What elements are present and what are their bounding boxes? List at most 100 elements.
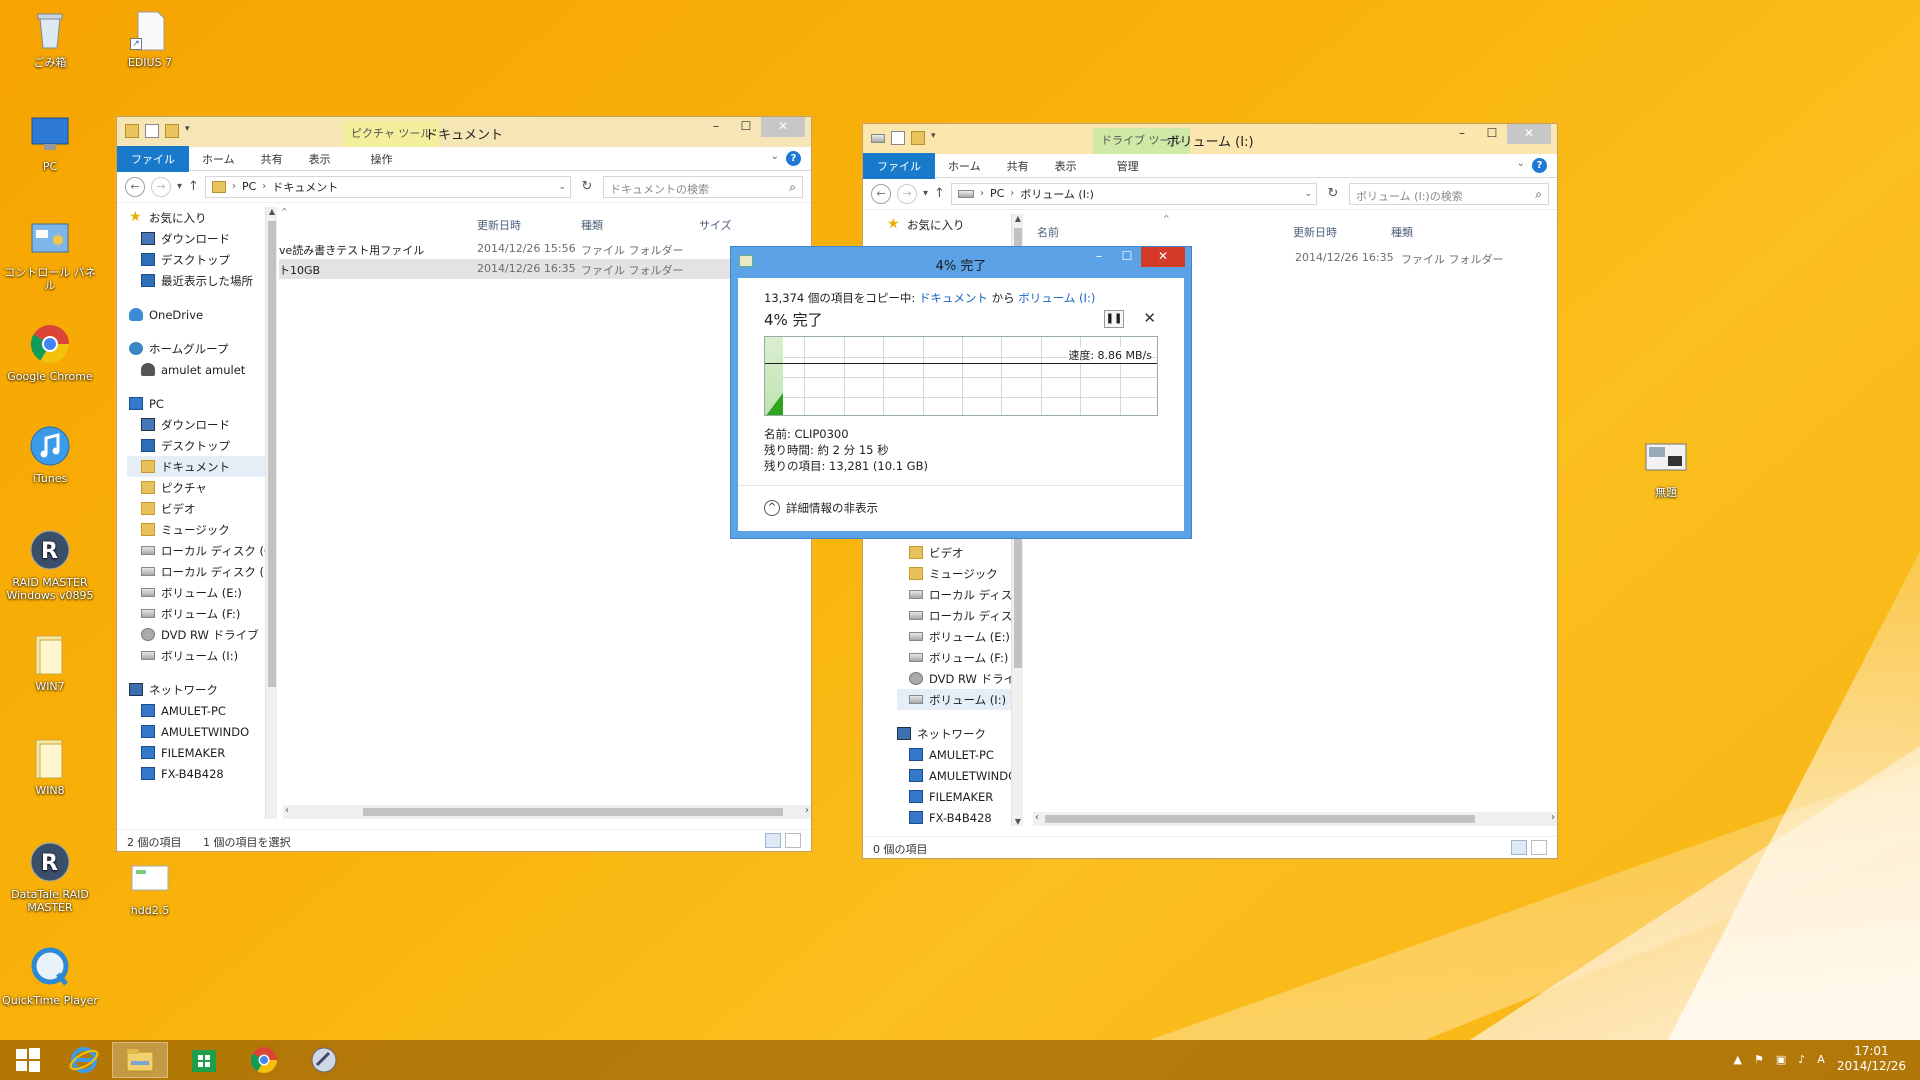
properties-icon[interactable] [145, 124, 159, 138]
up-button[interactable]: ↑ [188, 179, 199, 194]
minimize-button[interactable]: – [701, 117, 731, 137]
scrollbar-thumb[interactable] [363, 808, 783, 816]
tab-file[interactable]: ファイル [863, 152, 935, 179]
source-link[interactable]: ドキュメント [919, 291, 988, 305]
window-titlebar[interactable]: ▾ ドライブ ツール ボリューム (I:) – ☐ ✕ [863, 124, 1557, 154]
tab-home[interactable]: ホーム [189, 147, 248, 171]
breadcrumb-documents[interactable]: ドキュメント [272, 179, 338, 195]
tree-item[interactable]: FX-B4B428 [897, 807, 1017, 828]
forward-button[interactable]: → [897, 183, 917, 204]
tree-item[interactable]: ネットワーク [897, 723, 1017, 744]
taskbar-file-explorer[interactable] [112, 1042, 168, 1078]
large-icons-view-icon[interactable] [1531, 840, 1547, 855]
tree-item[interactable]: FX-B4B428 [127, 763, 277, 784]
search-input[interactable]: ドキュメントの検索 ⌕ [603, 175, 803, 198]
tab-share[interactable]: 共有 [994, 154, 1042, 178]
desktop-icon-recycle-bin[interactable]: ごみ箱 [2, 8, 98, 69]
ribbon-expand-icon[interactable]: ⌄ [771, 151, 779, 162]
chevron-down-icon[interactable]: ▾ [931, 131, 941, 145]
refresh-button[interactable]: ↻ [1323, 186, 1343, 201]
tab-view[interactable]: 表示 [296, 147, 344, 171]
tree-item[interactable]: ボリューム (F:) [897, 647, 1017, 668]
tree-item[interactable]: FILEMAKER [127, 742, 277, 763]
tree-item[interactable]: ローカル ディスク (C [897, 584, 1017, 605]
tree-item[interactable]: ドキュメント [127, 456, 277, 477]
destination-link[interactable]: ボリューム (I:) [1018, 291, 1095, 305]
desktop-icon-itunes[interactable]: iTunes [2, 424, 98, 485]
breadcrumb-volume[interactable]: ボリューム (I:) [1020, 186, 1094, 202]
tree-item[interactable]: FILEMAKER [897, 786, 1017, 807]
context-tab-picture-tools[interactable]: ピクチャ ツール [343, 121, 440, 147]
details-view-icon[interactable] [765, 833, 781, 848]
tree-item[interactable]: ボリューム (E:) [897, 626, 1017, 647]
close-button[interactable]: ✕ [761, 117, 805, 137]
horizontal-scrollbar[interactable]: ‹ › [1033, 812, 1557, 826]
tree-item[interactable]: AMULET-PC [897, 744, 1017, 765]
new-folder-icon[interactable] [911, 131, 925, 145]
scroll-left-icon[interactable]: ‹ [1035, 812, 1039, 823]
tab-home[interactable]: ホーム [935, 154, 994, 178]
cancel-button[interactable]: ✕ [1143, 309, 1156, 327]
tree-item[interactable]: DVD RW ドライブ [127, 624, 277, 645]
chevron-down-icon[interactable]: ▾ [185, 124, 195, 138]
start-button[interactable] [0, 1042, 56, 1078]
tree-item[interactable]: ローカル ディスク (D [127, 561, 277, 582]
search-icon[interactable]: ⌕ [1535, 187, 1542, 202]
desktop-icon-chrome[interactable]: Google Chrome [2, 322, 98, 383]
tree-item[interactable]: ボリューム (I:) [897, 689, 1017, 710]
desktop-icon-edius[interactable]: ↗ EDIUS 7 [102, 8, 198, 69]
address-dropdown-icon[interactable]: ⌄ [1304, 189, 1312, 199]
pause-button[interactable]: ❚❚ [1104, 310, 1124, 328]
close-button[interactable]: ✕ [1507, 124, 1551, 144]
volume-icon[interactable]: ♪ [1798, 1053, 1805, 1066]
close-button[interactable]: ✕ [1141, 247, 1185, 267]
tree-item[interactable]: ダウンロード [127, 414, 277, 435]
tree-item[interactable]: ビデオ [897, 542, 1017, 563]
column-header-date[interactable]: 更新日時 [1293, 224, 1337, 240]
network-icon[interactable]: ▣ [1776, 1053, 1786, 1066]
tree-item[interactable]: ★ お気に入り [127, 207, 277, 228]
scroll-right-icon[interactable]: › [805, 805, 809, 816]
navigation-scrollbar[interactable]: ▲ [265, 207, 277, 819]
tree-item[interactable]: PC [127, 393, 277, 414]
column-header-type[interactable]: 種類 [581, 217, 603, 233]
tree-item[interactable]: ダウンロード [127, 228, 277, 249]
show-hidden-icons-icon[interactable]: ▲ [1734, 1053, 1742, 1066]
tree-item[interactable]: ローカル ディスク (C [127, 540, 277, 561]
tab-share[interactable]: 共有 [248, 147, 296, 171]
address-dropdown-icon[interactable]: ⌄ [558, 182, 566, 192]
horizontal-scrollbar[interactable]: ‹ › [283, 805, 811, 819]
details-toggle-button[interactable]: ^ 詳細情報の非表示 [764, 500, 878, 516]
desktop-icon-datatale-raid[interactable]: R DataTale RAID MASTER [2, 840, 98, 914]
back-button[interactable]: ← [871, 183, 891, 204]
tree-item[interactable]: OneDrive [127, 304, 277, 325]
taskbar-chrome[interactable] [236, 1042, 292, 1078]
tree-item[interactable]: amulet amulet [127, 359, 277, 380]
tree-item[interactable]: ミュージック [897, 563, 1017, 584]
tab-manage[interactable]: 操作 [358, 147, 406, 171]
refresh-button[interactable]: ↻ [577, 179, 597, 194]
taskbar-app[interactable] [296, 1042, 352, 1078]
maximize-button[interactable]: ☐ [731, 117, 761, 137]
large-icons-view-icon[interactable] [785, 833, 801, 848]
taskbar-store[interactable] [176, 1042, 232, 1078]
tree-item-favorites[interactable]: ★ お気に入り [887, 214, 1017, 235]
column-header-date[interactable]: 更新日時 [477, 217, 521, 233]
tree-item[interactable]: ネットワーク [127, 679, 277, 700]
tab-view[interactable]: 表示 [1042, 154, 1090, 178]
desktop-icon-untitled[interactable]: 無題 [1618, 438, 1714, 499]
recent-locations-icon[interactable]: ▾ [923, 188, 928, 199]
desktop-icon-hdd[interactable]: hdd2.5 [102, 856, 198, 917]
clock[interactable]: 17:01 2014/12/26 [1837, 1044, 1906, 1074]
copy-progress-dialog[interactable]: 4% 完了 – ☐ ✕ 13,374 個の項目をコピー中: ドキュメント から … [730, 246, 1192, 539]
search-icon[interactable]: ⌕ [789, 180, 796, 195]
action-center-flag-icon[interactable]: ⚑ [1754, 1053, 1764, 1066]
tree-item[interactable]: 最近表示した場所 [127, 270, 277, 291]
ribbon-expand-icon[interactable]: ⌄ [1517, 158, 1525, 169]
scrollbar-thumb[interactable] [1045, 815, 1475, 823]
explorer-window-documents[interactable]: ▾ ピクチャ ツール ドキュメント – ☐ ✕ ファイル ホーム 共有 表示 操… [116, 116, 812, 852]
recent-locations-icon[interactable]: ▾ [177, 181, 182, 192]
tab-file[interactable]: ファイル [117, 145, 189, 172]
tree-item[interactable]: ボリューム (I:) [127, 645, 277, 666]
tree-item[interactable]: AMULETWINDC [897, 765, 1017, 786]
